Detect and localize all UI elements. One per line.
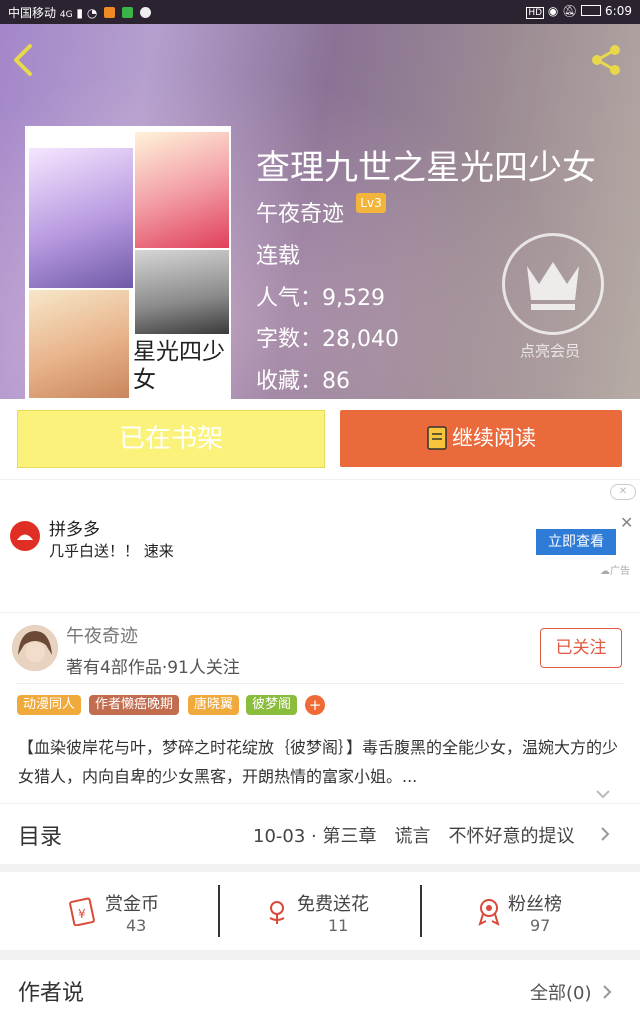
wechat-notification-icon	[121, 7, 133, 18]
author-card-name[interactable]: 午夜奇迹	[66, 622, 138, 648]
word-count-value: 28,040	[322, 327, 399, 352]
serial-status: 连载	[256, 244, 301, 269]
wifi-icon: ◔	[86, 6, 98, 20]
chevron-right-icon	[602, 984, 612, 1000]
free-flower-item[interactable]: 免费送花 11	[222, 872, 422, 950]
continue-reading-label: 继续阅读	[452, 426, 536, 450]
add-tag-button[interactable]: +	[305, 695, 325, 715]
author-level-badge: Lv3	[356, 193, 386, 213]
flower-icon	[269, 901, 285, 924]
continue-reading-button[interactable]: 继续阅读	[340, 410, 622, 467]
ad-mark: ☁广告	[600, 566, 630, 577]
reward-coin-label: 赏金币	[105, 894, 159, 915]
free-flower-value: 11	[328, 916, 349, 935]
tag-3[interactable]: 彼梦阁	[246, 695, 298, 715]
fan-ranking-value: 97	[530, 916, 551, 935]
author-says-label: 作者说	[18, 981, 85, 1006]
ad-close-icon[interactable]: ✕	[620, 513, 633, 532]
free-flower-label: 免费送花	[297, 894, 369, 915]
signal-icon: ▮	[76, 6, 83, 20]
network-label: 4G	[59, 10, 73, 20]
ad-collapse-toggle[interactable]: ✕	[610, 484, 636, 500]
ad-subtitle: 几乎白送！！ 速来	[49, 542, 174, 560]
toc-label: 目录	[18, 825, 63, 850]
book-intro[interactable]: 【血染彼岸花与叶，梦碎之时花绽放｛彼梦阁｝】毒舌腹黑的全能少女，温婉大方的少女猎…	[18, 733, 624, 791]
reward-coin-item[interactable]: ¥ 赏金币 43	[20, 872, 220, 950]
ad-title: 拼多多	[49, 520, 100, 540]
ad-logo-icon	[10, 521, 40, 551]
carrier-label: 中国移动	[8, 6, 57, 20]
stats-divider	[420, 885, 422, 937]
ad-view-button[interactable]: 立即查看	[536, 529, 616, 555]
book-title: 查理九世之星光四少女	[256, 148, 596, 188]
vip-button[interactable]	[502, 233, 604, 335]
cover-title: 星光四少女	[133, 339, 225, 393]
cover-illustration-4	[29, 290, 129, 398]
cover-illustration-1	[29, 148, 133, 288]
author-avatar[interactable]	[12, 625, 58, 671]
app-notification-icon	[104, 7, 116, 18]
ad-mark-label: 广告	[610, 566, 630, 577]
clock-time: 6:09	[605, 4, 632, 18]
eye-icon: ◉	[547, 4, 559, 18]
back-button[interactable]	[8, 40, 38, 80]
red-envelope-icon: ¥	[69, 897, 95, 926]
message-notification-icon	[139, 7, 151, 18]
followed-button[interactable]: 已关注	[540, 628, 622, 668]
mute-icon: 🔕︎	[562, 4, 578, 18]
svg-text:¥: ¥	[78, 907, 86, 921]
popularity-label: 人气：	[256, 286, 323, 311]
fan-ranking-label: 粉丝榜	[508, 894, 562, 915]
chevron-left-icon	[14, 44, 32, 76]
book-cover[interactable]: 星光四少女	[25, 126, 231, 400]
author-name[interactable]: 午夜奇迹	[256, 196, 344, 228]
favorites-value: 86	[322, 369, 351, 394]
cover-illustration-2	[135, 132, 229, 248]
word-count-row: 字数：28,040	[256, 321, 399, 353]
battery-icon	[581, 5, 602, 16]
reward-coin-value: 43	[126, 916, 147, 935]
share-icon	[592, 45, 620, 75]
tag-1[interactable]: 作者懒癌晚期	[89, 695, 180, 715]
divider	[16, 683, 624, 684]
toc-latest-chapter: 10-03 · 第三章 谎言 不怀好意的提议	[253, 826, 575, 847]
author-says-all: 全部(0)	[530, 983, 592, 1004]
book-icon	[427, 426, 447, 450]
favorites-row: 收藏：86	[256, 363, 350, 395]
tag-0[interactable]: 动漫同人	[17, 695, 82, 715]
popularity-row: 人气：9,529	[256, 280, 385, 312]
crown-icon	[527, 262, 579, 310]
expand-chevron-icon[interactable]	[595, 785, 611, 799]
popularity-value: 9,529	[322, 286, 385, 311]
in-bookshelf-button[interactable]: 已在书架	[17, 410, 325, 468]
hd-icon: HD	[526, 7, 545, 19]
fan-ranking-item[interactable]: 粉丝榜 97	[424, 872, 624, 950]
share-button[interactable]	[588, 42, 624, 78]
vip-label: 点亮会员	[519, 342, 580, 360]
tag-2[interactable]: 唐晓翼	[188, 695, 240, 715]
favorites-label: 收藏：	[256, 369, 323, 394]
stats-divider	[218, 885, 220, 937]
status-bar: 中国移动 4G ▮ ◔ HD ◉ 🔕︎ 6:09	[0, 0, 640, 24]
chevron-right-icon	[600, 826, 610, 842]
medal-icon	[478, 899, 500, 926]
word-count-label: 字数：	[256, 327, 323, 352]
cover-illustration-3	[135, 250, 229, 334]
author-card-stats: 著有4部作品·91人关注	[66, 658, 240, 678]
